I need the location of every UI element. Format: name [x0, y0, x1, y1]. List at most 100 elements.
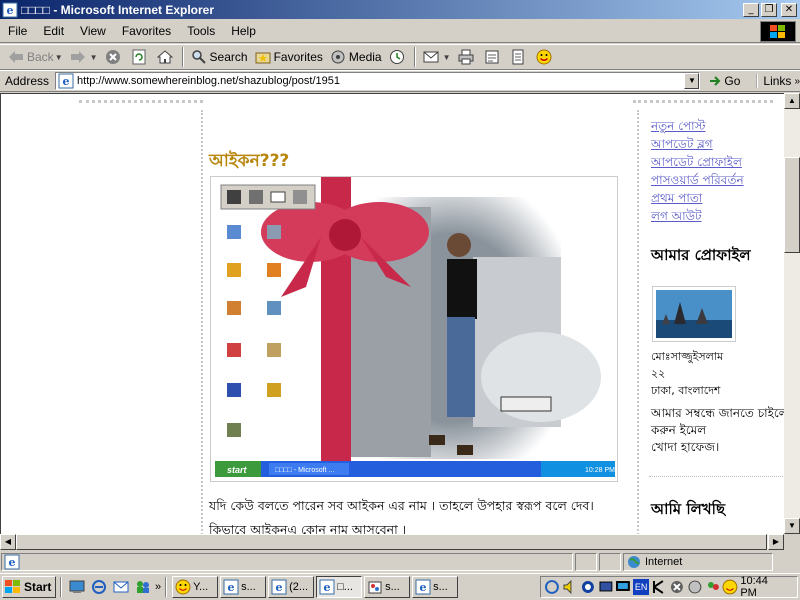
taskbar-button-active[interactable]: e □...: [316, 576, 363, 598]
back-dropdown-icon[interactable]: ▼: [55, 53, 63, 62]
profile-picture[interactable]: [652, 286, 736, 342]
history-icon: [388, 48, 406, 66]
clock[interactable]: 10:44 PM: [740, 575, 787, 599]
menu-edit[interactable]: Edit: [35, 24, 72, 38]
menu-help[interactable]: Help: [223, 24, 264, 38]
taskbar-button[interactable]: s...: [364, 576, 411, 598]
media-button[interactable]: Media: [326, 46, 385, 68]
display-icon[interactable]: [598, 579, 614, 595]
scroll-right-button[interactable]: ▶: [768, 534, 784, 550]
taskbar-button-label: Y...: [193, 581, 209, 593]
menu-view[interactable]: View: [72, 24, 114, 38]
vertical-scrollbar[interactable]: ▲ ▼: [784, 93, 800, 534]
address-dropdown-button[interactable]: ▼: [684, 73, 700, 89]
favorites-button[interactable]: Favorites: [251, 46, 326, 68]
messenger-button[interactable]: [532, 46, 558, 68]
menu-bar: File Edit View Favorites Tools Help: [0, 19, 800, 43]
windows-throbber-logo: [760, 21, 796, 42]
home-icon: [156, 48, 174, 66]
paint-icon: [368, 581, 382, 594]
yahoo-tray-icon[interactable]: [722, 579, 738, 595]
taskbar-button[interactable]: e (2...: [268, 576, 315, 598]
search-button[interactable]: Search: [187, 46, 251, 68]
home-button[interactable]: [153, 46, 179, 68]
history-button[interactable]: [385, 46, 411, 68]
discuss-button[interactable]: [506, 46, 532, 68]
taskbar-button[interactable]: e s...: [412, 576, 459, 598]
edit-button[interactable]: [480, 46, 506, 68]
post-title[interactable]: আইকন???: [209, 148, 289, 176]
network-icon[interactable]: [580, 579, 596, 595]
taskbar-button[interactable]: e s...: [220, 576, 267, 598]
quicklaunch-outlook[interactable]: [111, 577, 131, 597]
sidebar-link-logout[interactable]: লগ আউট: [651, 207, 781, 225]
forward-button[interactable]: ▼: [66, 46, 101, 68]
sidebar-left-border: [637, 110, 639, 534]
menu-tools[interactable]: Tools: [179, 24, 223, 38]
taskbar-separator: [165, 577, 168, 597]
language-indicator[interactable]: EN: [633, 579, 650, 595]
svg-text:e: e: [420, 581, 427, 594]
outlook-express-icon: [113, 581, 129, 593]
antivirus-icon[interactable]: [669, 579, 685, 595]
scroll-left-button[interactable]: ◀: [0, 534, 16, 550]
sidebar-link-update-profile[interactable]: আপডেট প্রোফাইল: [651, 153, 781, 171]
stop-button[interactable]: [101, 46, 127, 68]
standard-toolbar: Back ▼ ▼ Search Favorites Media ▼: [0, 44, 800, 70]
vertical-scroll-thumb[interactable]: [784, 157, 800, 253]
restore-button[interactable]: ❐: [761, 2, 777, 17]
print-button[interactable]: [454, 46, 480, 68]
close-button[interactable]: ✕: [781, 2, 797, 17]
quicklaunch-ie[interactable]: [89, 577, 109, 597]
search-icon: [190, 48, 208, 66]
address-input[interactable]: e http://www.somewhereinblog.net/shazubl…: [55, 72, 701, 90]
volume-icon[interactable]: [562, 579, 578, 595]
stop-icon: [104, 48, 122, 66]
forward-dropdown-icon[interactable]: ▼: [90, 53, 98, 62]
sidebar-link-change-password[interactable]: পাসওয়ার্ড পরিবর্তন: [651, 171, 781, 189]
sidebar-link-home[interactable]: প্রথম পাতা: [651, 189, 781, 207]
messenger-tray-icon[interactable]: [705, 579, 721, 595]
svg-text:e: e: [324, 581, 331, 594]
quicklaunch-desktop[interactable]: [67, 577, 87, 597]
post-body-line: যদি কেউ বলতে পারেন সব আইকন এর নাম । তাহল…: [209, 498, 594, 513]
mail-dropdown-icon[interactable]: ▼: [443, 53, 451, 62]
keyboard-icon[interactable]: [651, 579, 667, 595]
smiley-icon: [535, 48, 553, 66]
svg-text:e: e: [63, 75, 70, 88]
refresh-button[interactable]: [127, 46, 153, 68]
monitor-icon[interactable]: [615, 579, 631, 595]
window-title: □□□□ - Microsoft Internet Explorer: [21, 2, 215, 17]
yahoo-messenger-icon: [175, 579, 191, 595]
links-more-icon[interactable]: »: [794, 76, 800, 87]
quicklaunch-messenger[interactable]: [133, 577, 153, 597]
back-button[interactable]: Back ▼: [4, 46, 66, 68]
links-button[interactable]: Links: [756, 74, 791, 88]
media-icon: [329, 48, 347, 66]
sidebar-link-new-post[interactable]: নতুন পোস্ট: [651, 117, 781, 135]
scroll-down-button[interactable]: ▼: [784, 518, 800, 534]
profile-location: ঢাকা, বাংলাদেশ: [651, 384, 721, 397]
mail-button[interactable]: ▼: [419, 46, 454, 68]
security-zone[interactable]: Internet: [623, 553, 773, 571]
shield-icon[interactable]: [687, 579, 703, 595]
scrollbar-corner: [784, 534, 800, 550]
edit-page-icon: [483, 48, 501, 66]
horizontal-scrollbar[interactable]: ◀ ▶: [0, 534, 784, 550]
sidebar-link-update-blog[interactable]: আপডেট ব্লগ: [651, 135, 781, 153]
favorites-label: Favorites: [273, 50, 323, 64]
scroll-up-button[interactable]: ▲: [784, 93, 800, 109]
quicklaunch-more-icon[interactable]: »: [155, 581, 161, 593]
taskbar-button-label: s...: [385, 581, 400, 593]
post-body-line: কিভাবে আইকনএ কোন নাম আসবেনা ।: [209, 522, 407, 534]
taskbar-button[interactable]: Y...: [172, 576, 219, 598]
menu-file[interactable]: File: [0, 24, 35, 38]
ie-tray-icon[interactable]: [544, 579, 560, 595]
horizontal-scroll-thumb[interactable]: [16, 534, 767, 550]
go-button[interactable]: Go: [708, 74, 740, 88]
start-button[interactable]: Start: [2, 576, 56, 598]
post-column-top-border: [79, 100, 203, 112]
menu-favorites[interactable]: Favorites: [114, 24, 179, 38]
status-bar: e Internet: [0, 552, 800, 572]
minimize-button[interactable]: _: [743, 2, 759, 17]
